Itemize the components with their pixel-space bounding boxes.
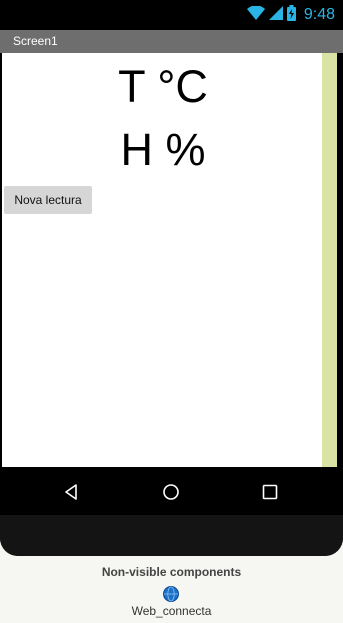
back-icon[interactable] — [60, 481, 82, 503]
home-icon[interactable] — [160, 481, 182, 503]
web-globe-icon[interactable] — [163, 586, 179, 602]
title-bar: Screen1 — [0, 30, 343, 53]
scrollbar-strip — [322, 53, 337, 467]
signal-icon — [268, 5, 283, 25]
humidity-label: H % — [120, 124, 206, 175]
component-name-web-connecta: Web_connecta — [131, 604, 212, 618]
navigation-bar — [0, 467, 343, 515]
new-reading-button[interactable]: Nova lectura — [4, 186, 92, 214]
battery-charging-icon — [286, 4, 296, 26]
phone-frame: 9:48 Screen1 T °C H % Nova lectura — [0, 0, 343, 556]
phone-bottom-bezel — [0, 515, 343, 556]
status-icons: 9:48 — [246, 4, 335, 26]
status-bar: 9:48 — [0, 0, 343, 30]
non-visible-components-title: Non-visible components — [101, 565, 242, 579]
status-time: 9:48 — [303, 6, 335, 23]
temperature-label: T °C — [118, 61, 208, 112]
app-screen: T °C H % Nova lectura — [2, 53, 324, 467]
wifi-icon — [246, 4, 265, 25]
screen-title: Screen1 — [13, 34, 58, 48]
recent-apps-icon[interactable] — [259, 481, 281, 503]
